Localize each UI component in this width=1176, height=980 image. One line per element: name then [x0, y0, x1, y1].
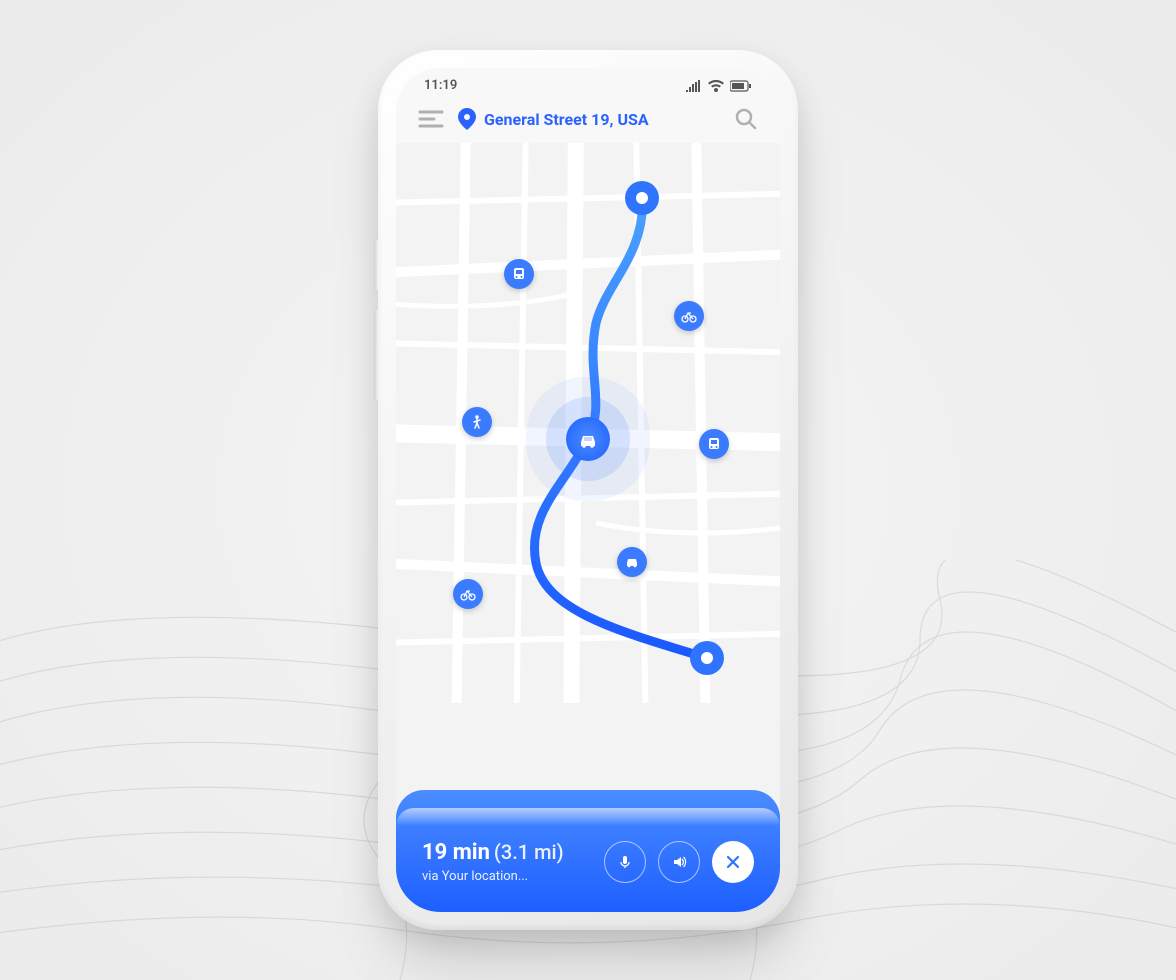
wifi-icon — [708, 80, 724, 92]
close-button[interactable] — [712, 841, 754, 883]
route-summary-panel: 19 min (3.1 mi) via Your location... — [396, 790, 780, 912]
poi-bus-icon[interactable] — [504, 259, 534, 289]
poi-bike-icon[interactable] — [453, 579, 483, 609]
phone-frame: 11:19 General Street 19, USA — [378, 50, 798, 930]
route-duration: 19 min — [422, 840, 490, 865]
signal-icon — [686, 80, 702, 92]
current-location-icon[interactable] — [566, 417, 610, 461]
phone-screen: 11:19 General Street 19, USA — [396, 68, 780, 912]
app-header: General Street 19, USA — [396, 99, 780, 143]
route-end-point[interactable] — [690, 641, 724, 675]
mic-button[interactable] — [604, 841, 646, 883]
poi-walk-icon[interactable] — [462, 407, 492, 437]
destination-text: General Street 19, USA — [484, 110, 649, 129]
route-via: via Your location... — [422, 869, 564, 884]
status-icons — [686, 80, 752, 92]
poi-car-icon[interactable] — [617, 547, 647, 577]
close-icon — [725, 854, 741, 870]
route-start-point[interactable] — [625, 181, 659, 215]
route-info: 19 min (3.1 mi) via Your location... — [422, 840, 564, 884]
speaker-icon — [671, 854, 687, 870]
map-view[interactable] — [396, 143, 780, 820]
microphone-icon — [617, 854, 633, 870]
battery-icon — [730, 80, 752, 92]
destination-field[interactable]: General Street 19, USA — [458, 108, 720, 130]
search-icon[interactable] — [734, 107, 758, 131]
speaker-button[interactable] — [658, 841, 700, 883]
location-pin-icon — [458, 108, 476, 130]
panel-buttons — [604, 841, 754, 883]
status-time: 11:19 — [424, 78, 457, 93]
menu-icon[interactable] — [418, 109, 444, 129]
poi-bike-icon[interactable] — [674, 301, 704, 331]
status-bar: 11:19 — [396, 68, 780, 99]
poi-bus-icon[interactable] — [699, 429, 729, 459]
route-distance: (3.1 mi) — [494, 840, 564, 864]
